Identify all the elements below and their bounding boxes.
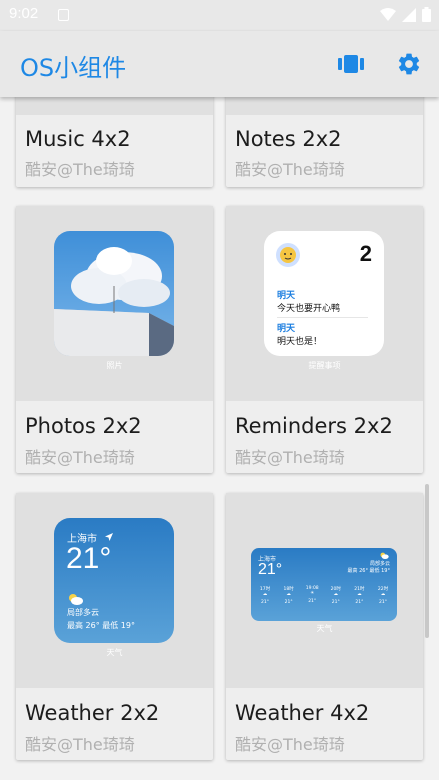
avatar-icon [276,243,300,267]
wifi-icon [380,7,396,21]
widget-author: 酷安@The琦琦 [235,160,345,179]
weather-icon: ☁ [262,592,268,597]
widget-preview: 2 明天 今天也要开心鸭 明天 明天也是！ 提醒事项 [226,206,423,401]
reminder-text: 今天也要开心鸭 [277,304,341,314]
widget-card-reminders[interactable]: 2 明天 今天也要开心鸭 明天 明天也是！ 提醒事项 Reminders 2x2… [226,206,423,473]
status-bar: 9:02 [0,0,439,31]
status-time: 9:02 [9,5,39,22]
reminder-divider [277,317,368,318]
weather-widget-wide: 上海市 21° 局部多云 最高 26° 最低 19° 17时 ☁ 21° 18时 ☁ 2… [251,548,397,621]
widget-preview [16,97,213,115]
weather-icon: ☁ [333,592,339,597]
weather-range: 最高 26° 最低 19° [67,621,135,630]
weather-temp: 21° [66,542,112,575]
widget-name: Weather 4x2 [235,701,370,725]
widget-card-music[interactable]: Music 4x2 酷安@The琦琦 [16,97,213,187]
widget-card-photos[interactable]: 照片 Photos 2x2 酷安@The琦琦 [16,206,213,473]
weather-icon: ☁ [380,592,386,597]
hour-item: 21时 ☁ 21° [350,586,368,605]
hour-temp: 21° [355,600,364,605]
partly-cloudy-icon [69,594,83,605]
app-bar: OS小组件 [0,31,439,97]
hourly-forecast: 17时 ☁ 21° 18时 ☁ 21° 19:08 ☀ 21° 20时 ☁ 21° 21时 ☁ 21… [256,586,392,605]
widget-author: 酷安@The琦琦 [25,735,135,754]
hour-item: 17时 ☁ 21° [256,586,274,605]
widget-card-notes[interactable]: Notes 2x2 酷安@The琦琦 [226,97,423,187]
widget-author: 酷安@The琦琦 [25,160,135,179]
battery-icon [422,7,431,22]
widget-card-weather-2x2[interactable]: 上海市 21° 局部多云 最高 26° 最低 19° 天气 Weather 2x… [16,493,213,760]
settings-button[interactable] [392,47,426,81]
sunset-icon: ☀ [310,591,315,596]
app-title: OS小组件 [20,54,127,82]
reminder-label: 明天 [277,291,296,301]
hour-temp: 21° [284,600,293,605]
hour-item: 22时 ☁ 21° [374,586,392,605]
widget-author: 酷安@The琦琦 [235,735,345,754]
reminder-count: 2 [359,241,372,266]
widget-author: 酷安@The琦琦 [25,448,135,467]
reminders-widget: 2 明天 今天也要开心鸭 明天 明天也是！ [264,231,384,356]
hour-temp: 21° [378,600,387,605]
hour-item: 18时 ☁ 21° [280,586,298,605]
weather-range: 最高 26° 最低 19° [347,568,391,574]
widget-preview: 照片 [16,206,213,401]
widget-caption: 提醒事项 [308,361,341,370]
reminder-text: 明天也是！ [277,337,323,347]
hour-item: 20时 ☁ 21° [327,586,345,605]
weather-condition: 局部多云 [67,608,99,617]
widget-stack-button[interactable] [334,47,368,81]
partly-cloudy-icon [380,552,389,559]
widget-stack-icon [338,55,364,73]
widget-card-weather-4x2[interactable]: 上海市 21° 局部多云 最高 26° 最低 19° 17时 ☁ 21° 18时 ☁ 2… [226,493,423,760]
widget-name: Notes 2x2 [235,127,342,151]
hour-temp: 21° [261,600,269,605]
hour-temp: 21° [308,599,317,604]
weather-icon: ☁ [286,592,291,597]
hour-temp: 21° [331,600,340,605]
weather-widget-small: 上海市 21° 局部多云 最高 26° 最低 19° [54,518,174,643]
location-arrow-icon [105,533,113,541]
hour-item: 19:08 ☀ 21° [303,586,321,605]
widget-caption: 天气 [316,624,333,633]
reminder-label: 明天 [277,324,296,334]
weather-icon: ☁ [357,592,362,597]
widget-list[interactable]: Music 4x2 酷安@The琦琦 Notes 2x2 酷安@The琦琦 照片… [0,97,439,780]
system-icons [380,7,431,22]
sim-icon [58,9,69,21]
widget-name: Photos 2x2 [25,414,142,438]
gear-icon [398,53,420,75]
signal-icon [402,7,416,22]
widget-caption: 照片 [106,361,123,370]
widget-caption: 天气 [106,648,123,657]
widget-preview: 上海市 21° 局部多云 最高 26° 最低 19° 天气 [16,493,213,688]
widget-preview: 上海市 21° 局部多云 最高 26° 最低 19° 17时 ☁ 21° 18时 ☁ 2… [226,493,423,688]
photo-widget-image [54,231,174,356]
widget-name: Music 4x2 [25,127,131,151]
widget-preview [226,97,423,115]
scrollbar[interactable] [425,484,429,638]
widget-author: 酷安@The琦琦 [235,448,345,467]
widget-name: Weather 2x2 [25,701,160,725]
weather-temp: 21° [258,561,283,578]
widget-name: Reminders 2x2 [235,414,393,438]
weather-condition: 局部多云 [369,561,390,567]
